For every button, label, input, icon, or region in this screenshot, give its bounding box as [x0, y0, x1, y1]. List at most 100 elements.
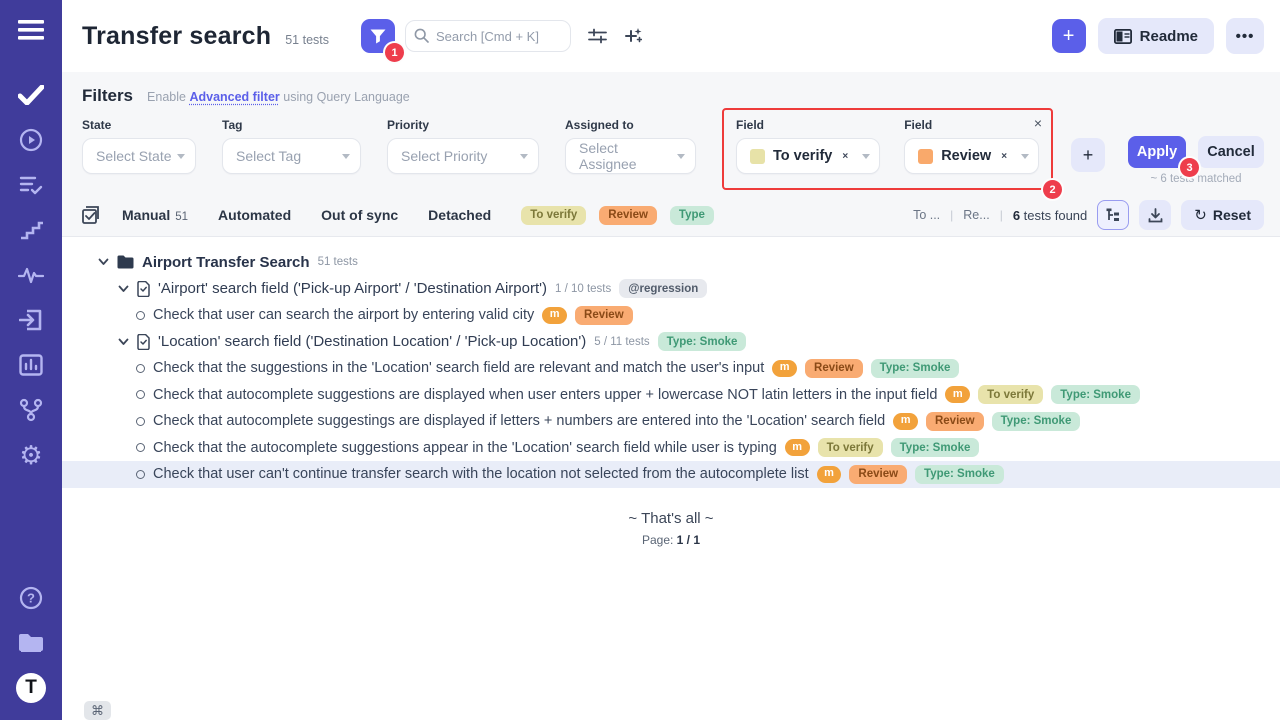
folder-name[interactable]: Airport Transfer Search: [142, 254, 310, 271]
menu-icon[interactable]: [16, 16, 46, 44]
type-smoke-badge: Type: Smoke: [891, 438, 980, 457]
test-title[interactable]: Check that user can't continue transfer …: [153, 466, 809, 482]
chip-label: Type: [670, 206, 714, 225]
chip-type[interactable]: Type: [670, 205, 714, 225]
test-title[interactable]: Check that autocomplete suggestions are …: [153, 387, 937, 403]
priority-select[interactable]: Select Priority: [387, 138, 539, 174]
tree-view-icon: [1106, 208, 1121, 222]
chevron-down-icon: [342, 154, 350, 159]
chip-to-verify[interactable]: To verify: [521, 205, 586, 225]
hint-suffix: using Query Language: [283, 90, 409, 104]
tab-automated[interactable]: Automated: [218, 207, 291, 223]
help-icon[interactable]: ?: [16, 584, 46, 612]
projects-folder-icon[interactable]: [16, 629, 46, 657]
steps-icon[interactable]: [16, 216, 46, 244]
reset-button[interactable]: ↻ Reset: [1181, 200, 1264, 230]
state-select[interactable]: Select State: [82, 138, 196, 174]
tree-test-row[interactable]: Check that user can search the airport b…: [62, 302, 1280, 329]
tag-label: Tag: [222, 118, 361, 132]
chevron-down-icon[interactable]: [118, 285, 129, 293]
tree-suite-row[interactable]: 'Location' search field ('Destination Lo…: [62, 329, 1280, 356]
ai-sparkle-icon[interactable]: [624, 27, 642, 45]
filter-group-field-1: Field To verify ×: [736, 118, 880, 174]
create-button[interactable]: +: [1052, 19, 1086, 53]
tree-test-row[interactable]: Check that autocomplete suggestings are …: [62, 408, 1280, 435]
annotation-step-2: 2: [1043, 180, 1062, 199]
cancel-button[interactable]: Cancel: [1198, 136, 1264, 168]
field-select-review[interactable]: Review ×: [904, 138, 1039, 174]
analytics-icon[interactable]: [16, 351, 46, 379]
chevron-down-icon[interactable]: [118, 338, 129, 346]
pagination: Page: 1 / 1: [62, 533, 1280, 547]
field-select-to-verify[interactable]: To verify ×: [736, 138, 880, 174]
refresh-icon: ↻: [1194, 206, 1207, 224]
add-filter-button[interactable]: +: [1071, 138, 1105, 172]
tree-folder-row[interactable]: Airport Transfer Search 51 tests: [62, 249, 1280, 276]
test-status-icon[interactable]: [136, 443, 145, 452]
tree-view-button[interactable]: [1097, 200, 1129, 230]
test-title[interactable]: Check that the autocomplete suggestions …: [153, 440, 777, 456]
type-smoke-badge[interactable]: Type: Smoke: [658, 332, 747, 351]
advanced-filter-link[interactable]: Advanced filter: [189, 90, 279, 104]
assignee-select[interactable]: Select Assignee: [565, 138, 696, 174]
filters-controls: State Select State Tag Select Tag Priori…: [82, 118, 1264, 190]
tree-test-row-selected[interactable]: Check that user can't continue transfer …: [62, 461, 1280, 488]
branch-icon[interactable]: [16, 396, 46, 424]
pulse-icon[interactable]: [16, 261, 46, 289]
readme-label: Readme: [1140, 28, 1198, 45]
download-button[interactable]: [1139, 200, 1171, 230]
reset-label: Reset: [1213, 207, 1251, 223]
chip-review[interactable]: Review: [599, 205, 657, 225]
toolbar-right: To ... | Re... | 6 tests found ↻ Reset: [913, 200, 1264, 230]
tree-test-row[interactable]: Check that the autocomplete suggestions …: [62, 435, 1280, 462]
test-status-icon[interactable]: [136, 417, 145, 426]
test-title[interactable]: Check that autocomplete suggestings are …: [153, 413, 885, 429]
chevron-down-icon[interactable]: [98, 258, 109, 266]
test-status-icon[interactable]: [136, 390, 145, 399]
test-status-icon[interactable]: [136, 470, 145, 479]
test-status-icon[interactable]: [136, 364, 145, 373]
import-icon[interactable]: [16, 306, 46, 334]
chip-label: Review: [599, 206, 657, 225]
tag-select[interactable]: Select Tag: [222, 138, 361, 174]
readme-button[interactable]: Readme: [1098, 18, 1214, 54]
app-logo[interactable]: T: [16, 674, 46, 702]
adjust-filters-icon[interactable]: [588, 28, 607, 44]
priority-label: Priority: [387, 118, 539, 132]
apply-button[interactable]: Apply: [1128, 136, 1186, 168]
tag-badge[interactable]: @regression: [619, 279, 707, 298]
divider: |: [1000, 208, 1003, 222]
command-key-badge[interactable]: ⌘: [84, 701, 111, 720]
tab-manual[interactable]: Manual 51: [122, 207, 188, 223]
apply-group: Apply Cancel 3 ~ 6 tests matched: [1128, 136, 1264, 185]
settings-gear-icon[interactable]: ⚙: [16, 441, 46, 469]
test-title[interactable]: Check that the suggestions in the 'Locat…: [153, 360, 764, 376]
test-plan-icon[interactable]: [16, 171, 46, 199]
close-icon[interactable]: ×: [1034, 116, 1042, 130]
header-actions: + Readme •••: [1052, 18, 1264, 54]
tab-out-of-sync[interactable]: Out of sync: [321, 207, 398, 223]
manual-badge: m: [817, 466, 842, 483]
run-icon[interactable]: [16, 126, 46, 154]
annotation-step-1: 1: [385, 43, 404, 62]
tab-detached[interactable]: Detached: [428, 207, 491, 223]
column-review[interactable]: Re...: [963, 208, 989, 222]
tree-suite-row[interactable]: 'Airport' search field ('Pick-up Airport…: [62, 276, 1280, 303]
column-to-verify[interactable]: To ...: [913, 208, 940, 222]
suite-name[interactable]: 'Airport' search field ('Pick-up Airport…: [158, 280, 547, 297]
divider: |: [950, 208, 953, 222]
remove-value-icon[interactable]: ×: [1001, 151, 1007, 162]
tree-test-row[interactable]: Check that autocomplete suggestions are …: [62, 382, 1280, 409]
test-status-icon[interactable]: [136, 311, 145, 320]
select-all-icon[interactable]: [82, 206, 100, 224]
document-icon: [137, 334, 150, 350]
search-input[interactable]: [405, 20, 571, 52]
suite-name[interactable]: 'Location' search field ('Destination Lo…: [158, 333, 586, 350]
tree-test-row[interactable]: Check that the suggestions in the 'Locat…: [62, 355, 1280, 382]
folder-icon: [117, 255, 134, 269]
remove-value-icon[interactable]: ×: [842, 151, 848, 162]
more-actions-button[interactable]: •••: [1226, 18, 1264, 54]
test-title[interactable]: Check that user can search the airport b…: [153, 307, 534, 323]
check-icon[interactable]: [16, 81, 46, 109]
field-label: Field: [736, 118, 880, 132]
